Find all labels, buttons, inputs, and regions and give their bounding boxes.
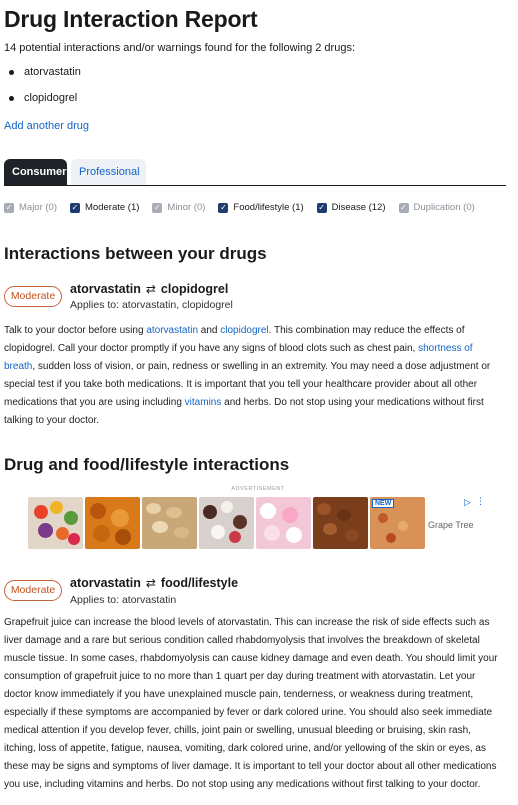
severity-badge: Moderate [4, 580, 62, 601]
interaction-arrow-icon: ⇄ [145, 576, 156, 590]
drug-list-item: clopidogrel [4, 88, 81, 114]
add-another-drug-link[interactable]: Add another drug [4, 120, 89, 132]
section-heading-food-lifestyle: Drug and food/lifestyle interactions [4, 455, 290, 474]
more-vertical-icon[interactable]: ⋮ [476, 496, 485, 507]
drug-a-name: atorvastatin [70, 282, 141, 296]
advertisement-banner[interactable]: ADVERTISEMENT NEW ▷ ⋮ Grape Tree [28, 486, 488, 553]
ad-product-image[interactable] [256, 497, 311, 549]
ad-brand-name[interactable]: Grape Tree [428, 520, 474, 530]
checkbox-check-icon[interactable]: ✓ [70, 202, 81, 213]
paragraph-text: and [198, 325, 221, 336]
tab-consumer[interactable]: Consumer [4, 159, 67, 185]
filter-label: Minor (0) [167, 202, 206, 213]
filter-moderate[interactable]: ✓ Moderate (1) [70, 202, 139, 213]
filter-label: Moderate (1) [85, 202, 140, 213]
filter-major[interactable]: ✓ Major (0) [4, 202, 57, 213]
ad-product-image[interactable] [28, 497, 83, 549]
filter-disease[interactable]: ✓ Disease (12) [316, 202, 386, 213]
severity-filters: ✓ Major (0) ✓ Moderate (1) ✓ Minor (0) ✓… [4, 202, 488, 213]
report-summary: 14 potential interactions and/or warning… [4, 42, 355, 54]
drug-b-name: food/lifestyle [160, 576, 239, 590]
ad-product-image[interactable] [199, 497, 254, 549]
inline-drug-link[interactable]: vitamins [185, 397, 222, 408]
inline-drug-link[interactable]: clopidogrel [220, 325, 268, 336]
interaction-pair: atorvastatin ⇄ clopidogrel [70, 282, 228, 296]
interaction-description: Talk to your doctor before using atorvas… [4, 322, 504, 430]
ad-label: ADVERTISEMENT [231, 486, 285, 492]
filter-label: Food/lifestyle (1) [233, 202, 304, 213]
applies-to: Applies to: atorvastatin [70, 594, 177, 606]
ad-product-image[interactable]: NEW [370, 497, 425, 549]
paragraph-text: Talk to your doctor before using [4, 325, 147, 336]
interaction-pair: atorvastatin ⇄ food/lifestyle [70, 576, 238, 590]
filter-food-lifestyle[interactable]: ✓ Food/lifestyle (1) [218, 202, 304, 213]
interaction-description: Grapefruit juice can increase the blood … [4, 617, 498, 790]
checkbox-check-icon[interactable]: ✓ [4, 202, 14, 213]
filter-label: Disease (12) [331, 202, 386, 213]
ad-product-image[interactable] [313, 497, 368, 549]
filter-label: Major (0) [19, 202, 58, 213]
audience-tabs: Consumer Professional [4, 159, 506, 186]
page-title: Drug Interaction Report [4, 6, 258, 32]
ad-product-image[interactable] [85, 497, 140, 549]
checkbox-check-icon[interactable]: ✓ [316, 202, 327, 213]
drug-list: atorvastatin clopidogrel [4, 62, 81, 114]
drug-list-item: atorvastatin [4, 62, 81, 88]
section-heading-drug-interactions: Interactions between your drugs [4, 244, 267, 263]
interaction-arrow-icon: ⇄ [145, 282, 156, 296]
filter-duplication[interactable]: ✓ Duplication (0) [398, 202, 475, 213]
checkbox-check-icon[interactable]: ✓ [218, 202, 229, 213]
adchoices-play-icon[interactable]: ▷ [464, 497, 471, 508]
filter-minor[interactable]: ✓ Minor (0) [152, 202, 205, 213]
new-badge: NEW [372, 499, 395, 508]
applies-to: Applies to: atorvastatin, clopidogrel [70, 299, 233, 311]
drug-b-name: clopidogrel [160, 282, 229, 296]
checkbox-check-icon[interactable]: ✓ [152, 202, 163, 213]
filter-label: Duplication (0) [413, 202, 475, 213]
tab-professional[interactable]: Professional [71, 159, 146, 185]
checkbox-check-icon[interactable]: ✓ [398, 202, 409, 213]
ad-product-image[interactable] [142, 497, 197, 549]
inline-drug-link[interactable]: atorvastatin [146, 325, 198, 336]
severity-badge: Moderate [4, 286, 62, 307]
drug-a-name: atorvastatin [70, 576, 141, 590]
